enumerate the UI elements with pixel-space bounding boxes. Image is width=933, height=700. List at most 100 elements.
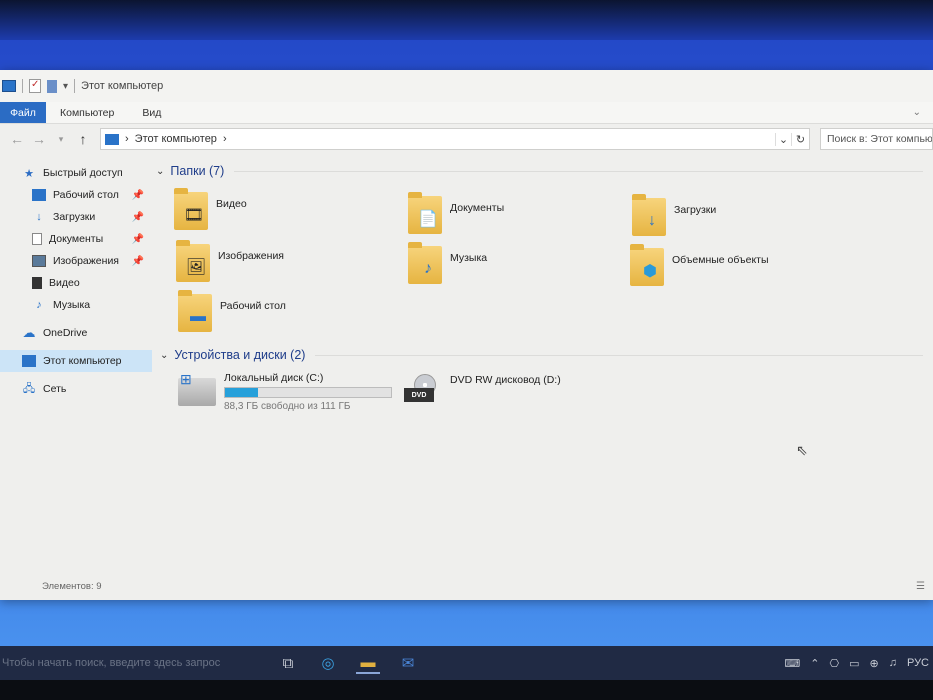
music-icon: ♪ <box>424 260 432 277</box>
sidebar-item-label: OneDrive <box>43 327 88 339</box>
computer-icon <box>22 355 36 367</box>
back-arrow-icon[interactable]: ← <box>6 131 28 147</box>
refresh-icon[interactable]: ↻ <box>791 132 809 146</box>
drive-c[interactable]: ⊞ Локальный диск (C:) 88,3 ГБ свободно и… <box>178 372 392 412</box>
file-explorer-icon[interactable]: ▬ <box>356 652 380 674</box>
address-dropdown-icon[interactable]: ⌄ <box>775 132 791 146</box>
mail-icon[interactable]: ✉ <box>396 652 420 674</box>
battery-icon[interactable]: ▭ <box>849 657 859 670</box>
show-hidden-icons-chevron-icon[interactable]: ⌃ <box>810 657 819 670</box>
sidebar-item-music[interactable]: ♪ Музыка <box>0 294 152 316</box>
folder-icon: ↓ <box>632 194 666 236</box>
pin-icon[interactable]: 📌 <box>132 190 144 201</box>
tab-view[interactable]: Вид <box>128 102 175 123</box>
sidebar-item-label: Этот компьютер <box>43 355 122 367</box>
folder-3d-objects[interactable]: ⬢ Объемные объекты <box>630 244 769 286</box>
chevron-down-icon[interactable]: ⌄ <box>160 350 168 361</box>
folder-label: Музыка <box>450 252 488 264</box>
address-row: ← → ▾ ↑ › Этот компьютер › ⌄ ↻ Поиск в: … <box>0 124 933 154</box>
forward-arrow-icon[interactable]: → <box>28 131 50 147</box>
folder-icon: 🎞 <box>174 188 208 230</box>
up-arrow-icon[interactable]: ↑ <box>72 131 94 147</box>
folder-documents[interactable]: 📄 Документы <box>408 192 504 234</box>
drive-d[interactable]: DVD DVD RW дисковод (D:) <box>404 374 561 406</box>
group-divider <box>234 170 923 172</box>
drive-info: Локальный диск (C:) 88,3 ГБ свободно из … <box>224 372 392 412</box>
tab-computer[interactable]: Компьютер <box>46 102 128 123</box>
windows-logo-icon: ⊞ <box>180 371 192 387</box>
folder-label: Видео <box>216 198 247 210</box>
sidebar-item-label: Рабочий стол <box>53 189 119 201</box>
breadcrumb-chevron-icon[interactable]: › <box>125 133 129 145</box>
task-view-icon[interactable]: ⧉ <box>276 652 300 674</box>
main-area: ★ Быстрый доступ Рабочий стол 📌 ↓ Загруз… <box>0 154 933 564</box>
folders-group-header[interactable]: ⌄ Папки (7) <box>152 160 933 182</box>
folder-icon: 🖼 <box>176 240 210 282</box>
drives-group-header[interactable]: ⌄ Устройства и диски (2) <box>156 344 933 366</box>
documents-icon <box>32 233 42 245</box>
drive-free-space: 88,3 ГБ свободно из 111 ГБ <box>224 401 351 412</box>
quick-access-toolbar-dropdown-icon[interactable]: ▾ <box>63 81 68 92</box>
video-icon: 🎞 <box>183 207 205 224</box>
breadcrumb-chevron-icon[interactable]: › <box>223 133 227 145</box>
title-separator-2 <box>74 79 76 93</box>
hard-drive-icon: ⊞ <box>178 372 216 406</box>
content-pane: ⌄ Папки (7) 🎞 Видео 📄 Документы ↓ Загруз… <box>152 154 933 564</box>
expand-ribbon-icon[interactable]: ⌄ <box>913 102 921 123</box>
cloud-icon: ☁ <box>22 325 36 340</box>
folder-pictures[interactable]: 🖼 Изображения <box>176 240 284 282</box>
sidebar-item-this-pc[interactable]: Этот компьютер <box>0 350 152 372</box>
address-bar[interactable]: › Этот компьютер › ⌄ ↻ <box>100 128 810 150</box>
computer-icon <box>2 80 16 92</box>
pin-icon[interactable]: 📌 <box>132 212 144 223</box>
sidebar-item-quick-access[interactable]: ★ Быстрый доступ <box>0 162 152 184</box>
pictures-icon <box>32 255 46 267</box>
breadcrumb-this-pc[interactable]: Этот компьютер <box>135 133 217 145</box>
title-separator <box>22 79 23 93</box>
folder-desktop[interactable]: ▬ Рабочий стол <box>178 290 286 332</box>
sidebar-item-desktop[interactable]: Рабочий стол 📌 <box>0 184 152 206</box>
folder-icon: 📄 <box>408 192 442 234</box>
network-icon[interactable]: ⊕ <box>870 657 879 670</box>
video-icon <box>32 277 42 289</box>
desktop-icon: ▬ <box>190 308 206 325</box>
drive-usage-fill <box>225 388 259 397</box>
keyboard-icon[interactable]: ⌨ <box>784 657 800 670</box>
ribbon-tabs: Файл Компьютер Вид ⌄ <box>0 102 933 124</box>
folder-video[interactable]: 🎞 Видео <box>174 188 247 230</box>
download-icon: ↓ <box>648 212 656 229</box>
status-bar: Элементов: 9 ☰ <box>0 572 933 600</box>
sidebar-item-label: Изображения <box>53 255 119 267</box>
properties-icon[interactable] <box>29 79 41 93</box>
volume-icon[interactable]: ♫ <box>889 657 897 669</box>
taskbar-search-box[interactable]: Чтобы начать поиск, введите здесь запрос <box>0 657 268 669</box>
folder-music[interactable]: ♪ Музыка <box>408 242 488 284</box>
folder-downloads[interactable]: ↓ Загрузки <box>632 194 716 236</box>
tab-file[interactable]: Файл <box>0 102 46 123</box>
sidebar-item-video[interactable]: Видео <box>0 272 152 294</box>
sidebar-item-label: Сеть <box>43 383 67 395</box>
dvd-drive-icon: DVD <box>404 374 442 406</box>
music-icon: ♪ <box>36 299 42 311</box>
recent-locations-chevron-icon[interactable]: ▾ <box>50 134 72 145</box>
pin-icon[interactable]: 📌 <box>132 234 144 245</box>
webcam-icon[interactable]: ⎔ <box>829 657 839 670</box>
desktop-icon <box>32 189 46 201</box>
sidebar-item-network[interactable]: 🖧 Сеть <box>0 378 152 400</box>
sidebar-item-documents[interactable]: Документы 📌 <box>0 228 152 250</box>
sidebar-item-label: Видео <box>49 277 80 289</box>
sidebar-item-onedrive[interactable]: ☁ OneDrive <box>0 322 152 344</box>
language-indicator[interactable]: РУС <box>907 657 929 669</box>
network-icon: 🖧 <box>22 382 36 395</box>
details-view-icon[interactable]: ☰ <box>916 581 925 592</box>
drive-usage-bar <box>224 387 392 398</box>
folder-icon: ♪ <box>408 242 442 284</box>
sidebar-item-pictures[interactable]: Изображения 📌 <box>0 250 152 272</box>
new-folder-icon[interactable] <box>47 79 57 93</box>
pin-icon[interactable]: 📌 <box>132 256 144 267</box>
search-input[interactable]: Поиск в: Этот компьют <box>820 128 933 150</box>
folder-icon: ▬ <box>178 290 212 332</box>
edge-browser-icon[interactable]: ◎ <box>316 652 340 674</box>
chevron-down-icon[interactable]: ⌄ <box>156 166 164 177</box>
sidebar-item-downloads[interactable]: ↓ Загрузки 📌 <box>0 206 152 228</box>
